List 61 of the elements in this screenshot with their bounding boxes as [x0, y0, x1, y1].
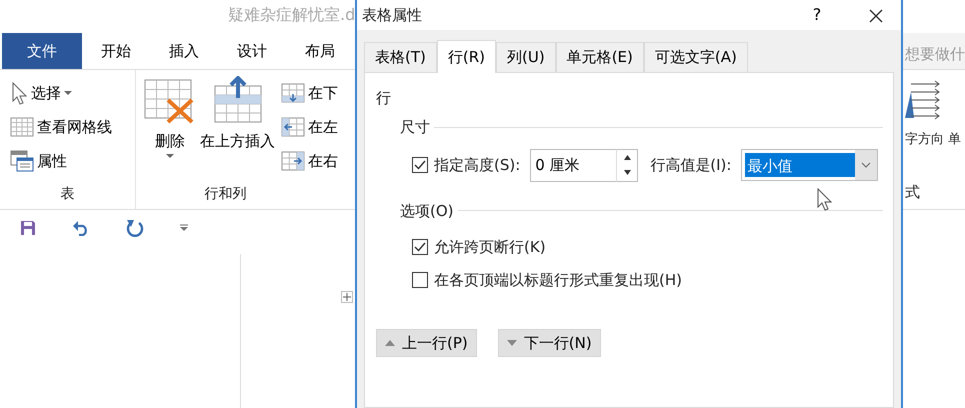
insert-right-icon: [281, 151, 305, 171]
ribbon-tab[interactable]: 开始: [82, 33, 150, 69]
close-icon: [869, 8, 883, 23]
checkbox[interactable]: [412, 239, 428, 256]
ribbon-button[interactable]: 查看网格线: [10, 110, 135, 144]
dropdown-button[interactable]: 删除: [142, 70, 198, 184]
insert-above-icon: [212, 76, 262, 124]
ribbon-tab[interactable]: 文件: [2, 33, 82, 69]
ribbon-button[interactable]: 字方向: [905, 130, 944, 150]
group-label: 尺寸: [400, 117, 430, 138]
cursor-icon: [10, 81, 28, 105]
save-icon: [20, 220, 36, 236]
group-label: 式: [904, 182, 920, 202]
ribbon-button[interactable]: 在下: [281, 76, 338, 110]
move-handle-icon: [341, 291, 353, 303]
checkbox-label: 允许跨页断行(K): [434, 237, 546, 258]
undo-icon: [72, 220, 90, 236]
document-title: 疑难杂症解忧室.d: [228, 5, 355, 24]
ribbon-button[interactable]: 在左: [281, 110, 338, 144]
section-title: 行: [376, 88, 391, 109]
next-row-button[interactable]: 下一行(N): [498, 329, 601, 357]
table-icon: [10, 117, 34, 137]
height-rule-select[interactable]: 最小值: [741, 149, 878, 181]
group-label: 选项(O): [400, 200, 454, 222]
ribbon-button[interactable]: 在右: [281, 144, 338, 178]
up-arrow-icon: [624, 154, 631, 160]
dropdown-button[interactable]: 选择: [10, 76, 135, 110]
help-button[interactable]: ?: [807, 3, 827, 27]
redo-icon: [126, 219, 144, 237]
insert-left-icon: [281, 117, 305, 137]
ribbon-button[interactable]: 在上方插入: [198, 70, 277, 184]
previous-row-button[interactable]: 上一行(P): [376, 329, 477, 357]
dialog-tab[interactable]: 表格(T): [364, 42, 437, 72]
group-label: 行和列: [204, 185, 248, 204]
mouse-pointer-icon: [817, 188, 833, 212]
ribbon-button[interactable]: 单: [948, 130, 961, 150]
customize-icon: [180, 224, 188, 232]
ribbon-tab[interactable]: 插入: [150, 33, 218, 69]
dialog-tab[interactable]: 单元格(E): [556, 42, 644, 72]
ribbon-tab[interactable]: 设计: [218, 33, 286, 69]
check-icon: [414, 160, 426, 170]
height-field[interactable]: 0 厘米: [530, 148, 616, 182]
dialog-tab[interactable]: 行(R): [436, 40, 496, 73]
dialog-tab[interactable]: 可选文字(A): [644, 42, 748, 72]
insert-below-icon: [281, 83, 305, 103]
checkbox-label: 在各页顶端以标题行形式重复出现(H): [434, 270, 682, 290]
checkbox[interactable]: [412, 272, 428, 288]
dialog-tab[interactable]: 列(U): [496, 42, 556, 72]
check-icon: [414, 242, 426, 252]
down-arrow-icon: [624, 170, 631, 176]
checkbox[interactable]: [412, 157, 428, 173]
ribbon-button[interactable]: 属性: [10, 144, 135, 178]
ribbon-tab[interactable]: 布局: [286, 33, 354, 69]
group-label: 表: [60, 185, 76, 204]
field-label: 行高值是(I):: [650, 154, 732, 176]
down-triangle-icon: [506, 339, 517, 347]
up-triangle-icon: [385, 339, 395, 347]
chevron-down-icon: [861, 162, 872, 168]
dialog-title: 表格属性: [362, 4, 423, 26]
properties-icon: [10, 150, 34, 172]
checkbox-label: 指定高度(S):: [434, 154, 520, 176]
